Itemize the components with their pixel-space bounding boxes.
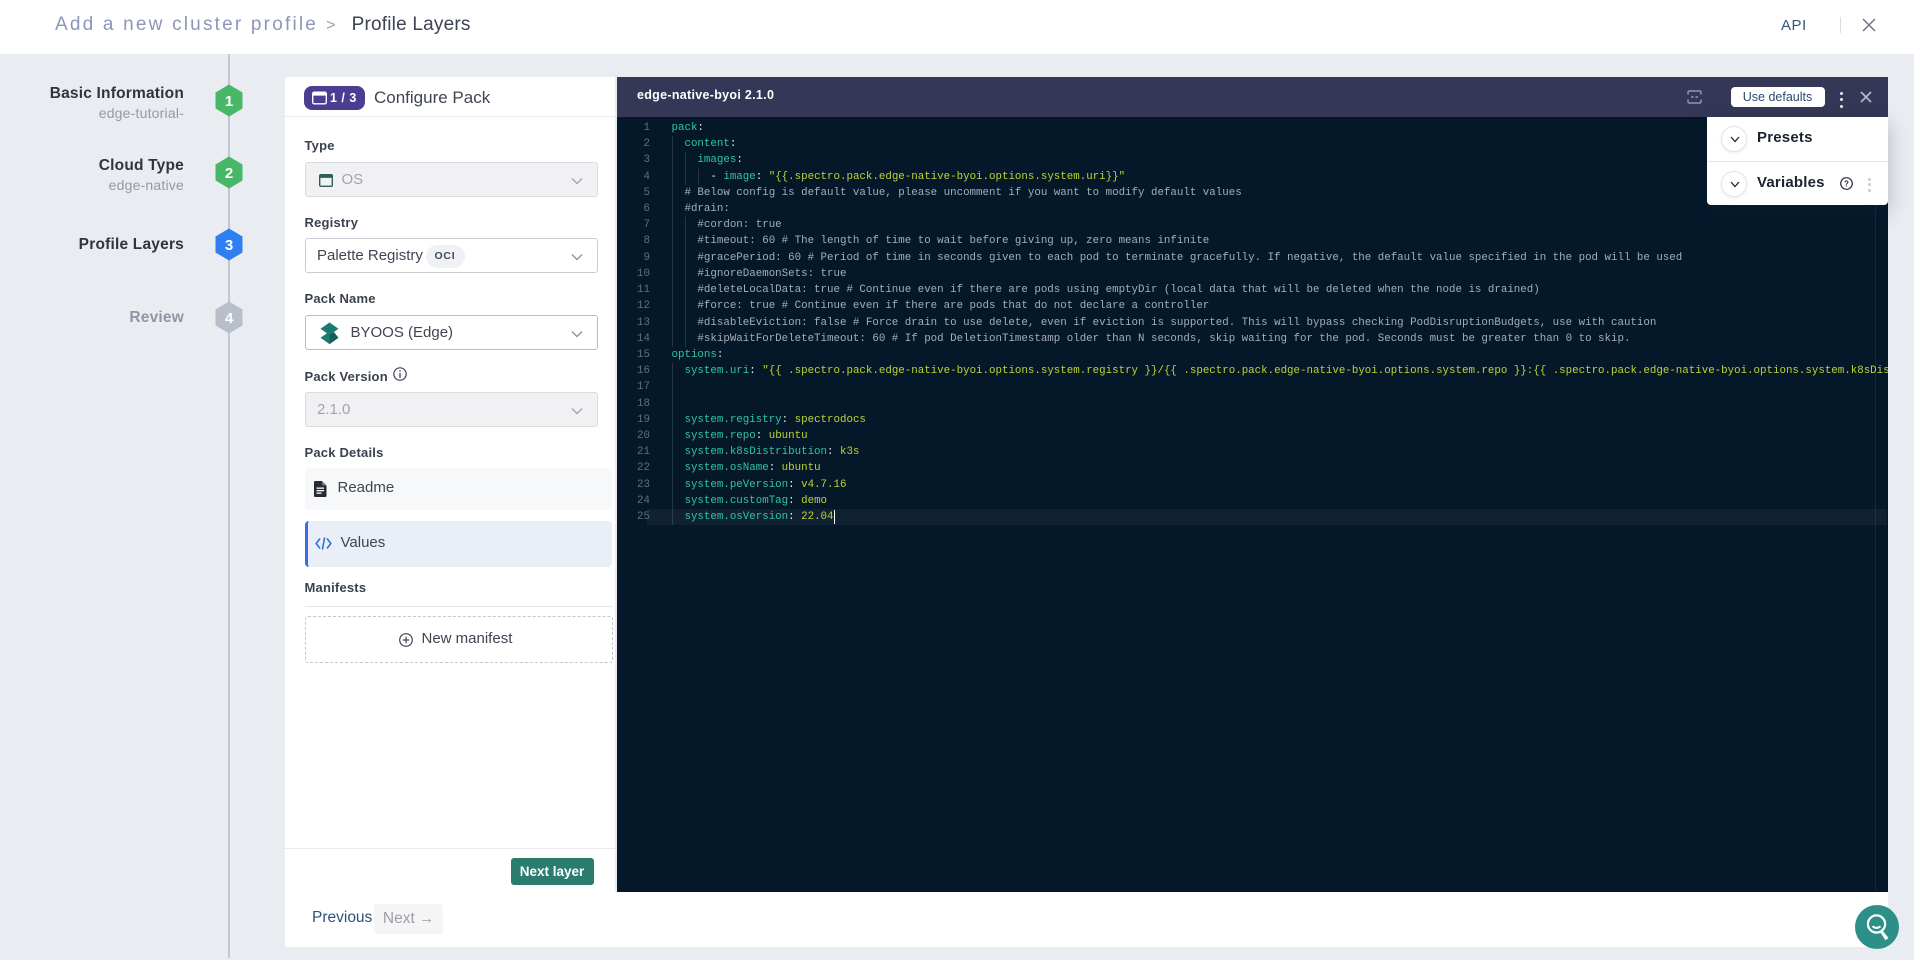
- svg-text:3: 3: [225, 237, 233, 254]
- svg-text:4: 4: [225, 310, 234, 327]
- svg-text:2: 2: [225, 165, 233, 182]
- svg-text:?: ?: [1844, 179, 1849, 188]
- svg-text:1: 1: [225, 93, 233, 110]
